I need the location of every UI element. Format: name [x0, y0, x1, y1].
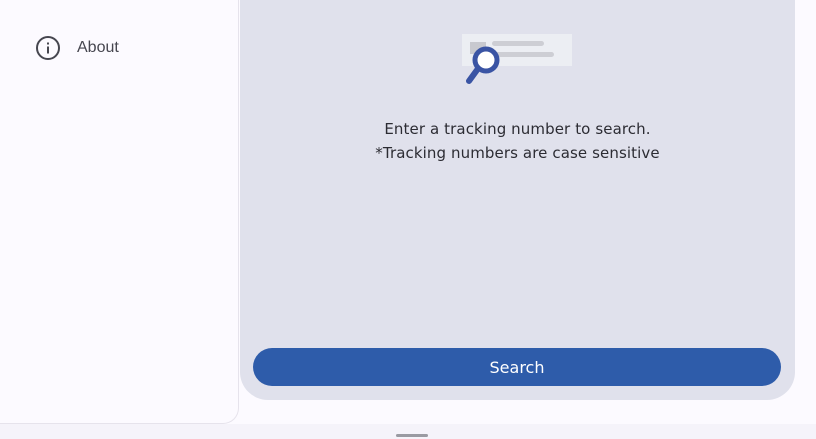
instruction-line: Enter a tracking number to search.	[384, 120, 651, 138]
drawer-item-label: About	[77, 39, 119, 56]
navigation-drawer: About	[0, 0, 239, 424]
search-panel: Enter a tracking number to search. *Trac…	[240, 0, 795, 400]
bottom-bar	[0, 424, 816, 439]
search-button[interactable]: Search	[253, 348, 781, 386]
gesture-handle[interactable]	[396, 434, 428, 437]
search-instructions: Enter a tracking number to search. *Trac…	[240, 117, 795, 165]
tracking-search-illustration	[462, 34, 574, 90]
info-icon	[35, 35, 61, 61]
case-sensitive-note: *Tracking numbers are case sensitive	[375, 144, 660, 162]
drawer-item-about[interactable]: About	[22, 24, 222, 72]
